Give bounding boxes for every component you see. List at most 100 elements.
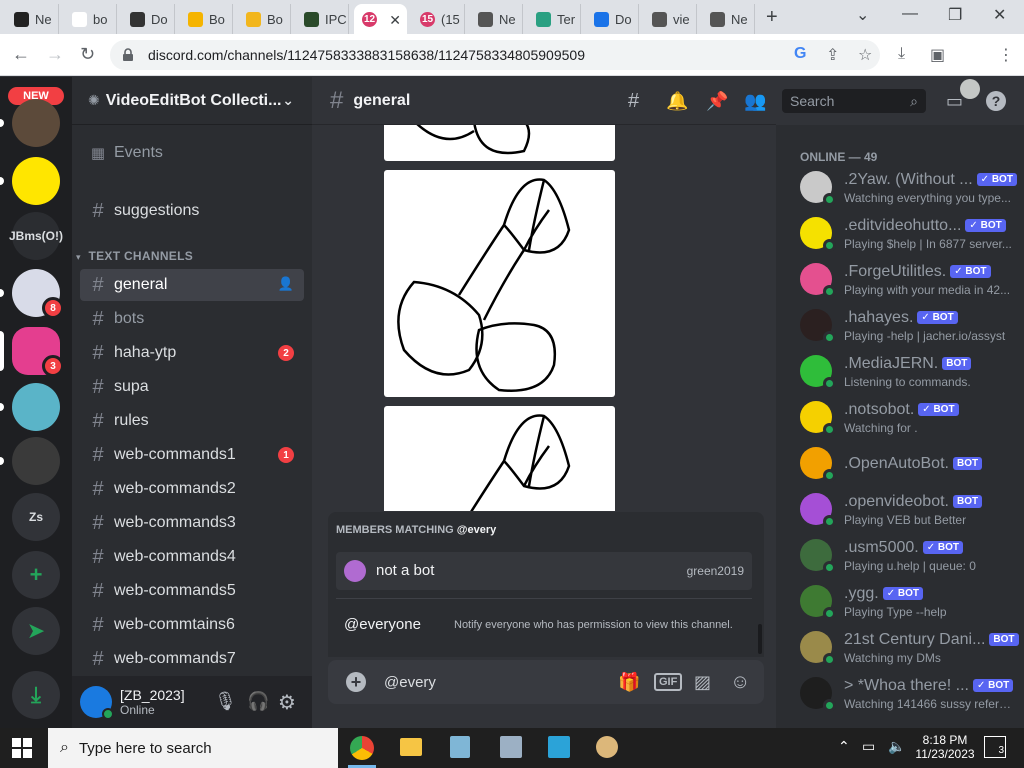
- autocomplete-member-option[interactable]: not a bot green2019: [336, 552, 752, 590]
- invite-member-icon[interactable]: 👤: [278, 276, 294, 292]
- channel-web-commands4[interactable]: # web-commands4: [80, 541, 304, 573]
- member-item[interactable]: .notsobot. ✓ BOT Watching for .: [792, 397, 1022, 441]
- channel-rules[interactable]: # rules: [80, 405, 304, 437]
- notification-bell-icon[interactable]: 🔔: [666, 91, 688, 112]
- emoji-icon[interactable]: ☺: [730, 671, 750, 694]
- guild-header[interactable]: ✺ VideoEditBot Collecti... ⌄: [72, 77, 312, 125]
- paint-icon[interactable]: [596, 736, 618, 758]
- member-item[interactable]: > *Whoa there! ... ✓ BOT Watching 141466 s…: [792, 673, 1022, 717]
- message-image[interactable]: [384, 125, 615, 161]
- server-icon-anime[interactable]: 8: [12, 269, 64, 319]
- channel-web-commands7[interactable]: # web-commands7: [80, 643, 304, 675]
- channel-web-commands5[interactable]: # web-commands5: [80, 575, 304, 607]
- address-bar[interactable]: discord.com/channels/1124758333883158638…: [110, 40, 880, 70]
- network-icon[interactable]: ▭: [862, 738, 875, 755]
- channel-haha-ytp[interactable]: # haha-ytp 2: [80, 337, 304, 369]
- app-icon[interactable]: [450, 736, 470, 758]
- browser-tab[interactable]: IPC: [296, 4, 349, 34]
- member-item[interactable]: .ForgeUtilitles. ✓ BOT Playing with your m…: [792, 259, 1022, 303]
- browser-tab[interactable]: bo: [64, 4, 117, 34]
- tray-overflow-icon[interactable]: ⌃: [838, 738, 850, 755]
- channel-web-commands2[interactable]: # web-commands2: [80, 473, 304, 505]
- browser-tab[interactable]: vie: [644, 4, 697, 34]
- inbox-icon[interactable]: ▭: [946, 91, 963, 112]
- volume-icon[interactable]: 🔈: [888, 738, 905, 755]
- browser-tab[interactable]: Ne: [6, 4, 59, 34]
- back-icon[interactable]: ←: [12, 44, 30, 65]
- channel-web-commands3[interactable]: # web-commands3: [80, 507, 304, 539]
- channel-web-commands1[interactable]: # web-commands1 1: [80, 439, 304, 471]
- bookmark-star-icon[interactable]: ☆: [858, 45, 872, 65]
- close-tab-icon[interactable]: ✕: [389, 12, 401, 29]
- threads-icon[interactable]: #: [628, 90, 639, 113]
- channel-supa[interactable]: # supa: [80, 371, 304, 403]
- side-panel-icon[interactable]: ▣: [930, 45, 945, 65]
- member-item[interactable]: 21st Century Dani... BOT Watching my DMs: [792, 627, 1022, 671]
- popup-scrollbar[interactable]: [758, 624, 762, 654]
- browser-menu-icon[interactable]: ⋮: [998, 45, 1014, 65]
- member-list-icon[interactable]: 👥: [744, 91, 766, 112]
- browser-tab[interactable]: Ne: [702, 4, 755, 34]
- channel-general[interactable]: # general 👤: [80, 269, 304, 301]
- member-item[interactable]: .OpenAutoBot. BOT: [792, 443, 1022, 487]
- channel-web-commtains6[interactable]: # web-commtains6: [80, 609, 304, 641]
- browser-tab[interactable]: Ne: [470, 4, 523, 34]
- server-icon-videoedit[interactable]: 3: [12, 327, 64, 377]
- close-window-button[interactable]: ✕: [993, 5, 1006, 25]
- google-lens-icon[interactable]: G: [794, 45, 806, 63]
- app-icon[interactable]: [500, 736, 522, 758]
- avatar[interactable]: [80, 686, 114, 720]
- browser-tab[interactable]: Do: [586, 4, 639, 34]
- tab-search-icon[interactable]: ⌄: [856, 5, 869, 25]
- deafen-icon[interactable]: 🎧: [247, 691, 269, 712]
- chrome-icon[interactable]: [350, 736, 374, 760]
- file-explorer-icon[interactable]: [400, 738, 422, 756]
- browser-tab[interactable]: 12 ✕: [354, 4, 407, 34]
- search-input[interactable]: Search ⌕: [782, 89, 926, 113]
- windows-start-icon[interactable]: [12, 738, 32, 763]
- gif-icon[interactable]: GIF: [654, 673, 683, 691]
- explore-servers-icon[interactable]: ➤: [12, 607, 60, 655]
- notification-center-icon[interactable]: 3: [984, 736, 1006, 758]
- server-icon-food[interactable]: [12, 99, 60, 147]
- taskbar-search[interactable]: ⌕ Type here to search: [48, 728, 338, 768]
- channel-suggestions[interactable]: # suggestions: [80, 195, 304, 227]
- app-icon[interactable]: [548, 736, 570, 758]
- member-item[interactable]: .openvideobot. BOT Playing VEB but Better: [792, 489, 1022, 533]
- reload-icon[interactable]: ↻: [80, 44, 95, 65]
- minimize-button[interactable]: —: [902, 5, 918, 23]
- message-image[interactable]: [384, 170, 615, 397]
- message-input[interactable]: @every: [384, 674, 436, 691]
- forward-icon[interactable]: →: [46, 44, 64, 65]
- browser-tab[interactable]: Bo: [238, 4, 291, 34]
- autocomplete-everyone-option[interactable]: @everyone Notify everyone who has permis…: [336, 608, 752, 644]
- sticker-icon[interactable]: ▨: [694, 672, 711, 693]
- new-tab-button[interactable]: +: [766, 6, 778, 29]
- category-text-channels[interactable]: ▾ TEXT CHANNELS: [76, 249, 193, 263]
- message-image[interactable]: [384, 406, 615, 511]
- server-icon-text[interactable]: JBms(O!): [9, 212, 63, 260]
- member-item[interactable]: .MediaJERN. BOT Listening to commands.: [792, 351, 1022, 395]
- browser-tab[interactable]: Bo: [180, 4, 233, 34]
- download-icon[interactable]: ⤓: [898, 45, 905, 63]
- member-item[interactable]: .2Yaw. (Without ... ✓ BOT Watching everyth…: [792, 167, 1022, 211]
- add-attachment-button[interactable]: +: [346, 672, 366, 692]
- download-apps-icon[interactable]: ⤓: [12, 671, 60, 719]
- gift-icon[interactable]: 🎁: [618, 672, 640, 693]
- user-info[interactable]: [ZB_2023] Online: [120, 687, 220, 717]
- server-icon-roblox[interactable]: [12, 157, 60, 205]
- share-icon[interactable]: ⇪: [826, 45, 839, 65]
- member-item[interactable]: .usm5000. ✓ BOT Playing u.help | queue: 0: [792, 535, 1022, 579]
- settings-gear-icon[interactable]: ⚙: [278, 690, 296, 715]
- events-link[interactable]: ▦ Events: [80, 137, 304, 169]
- maximize-button[interactable]: ❐: [948, 5, 962, 25]
- server-icon-text[interactable]: Zs: [12, 493, 60, 541]
- server-icon-cat[interactable]: [12, 437, 60, 485]
- pin-icon[interactable]: 📌: [706, 91, 728, 112]
- clock[interactable]: 8:18 PM 11/23/2023: [910, 733, 980, 761]
- server-icon-blob[interactable]: [12, 383, 60, 431]
- channel-bots[interactable]: # bots: [80, 303, 304, 335]
- browser-tab[interactable]: 15 (15: [412, 4, 465, 34]
- mute-mic-icon[interactable]: 🎙: [214, 691, 237, 712]
- member-item[interactable]: .ygg. ✓ BOT Playing Type --help: [792, 581, 1022, 625]
